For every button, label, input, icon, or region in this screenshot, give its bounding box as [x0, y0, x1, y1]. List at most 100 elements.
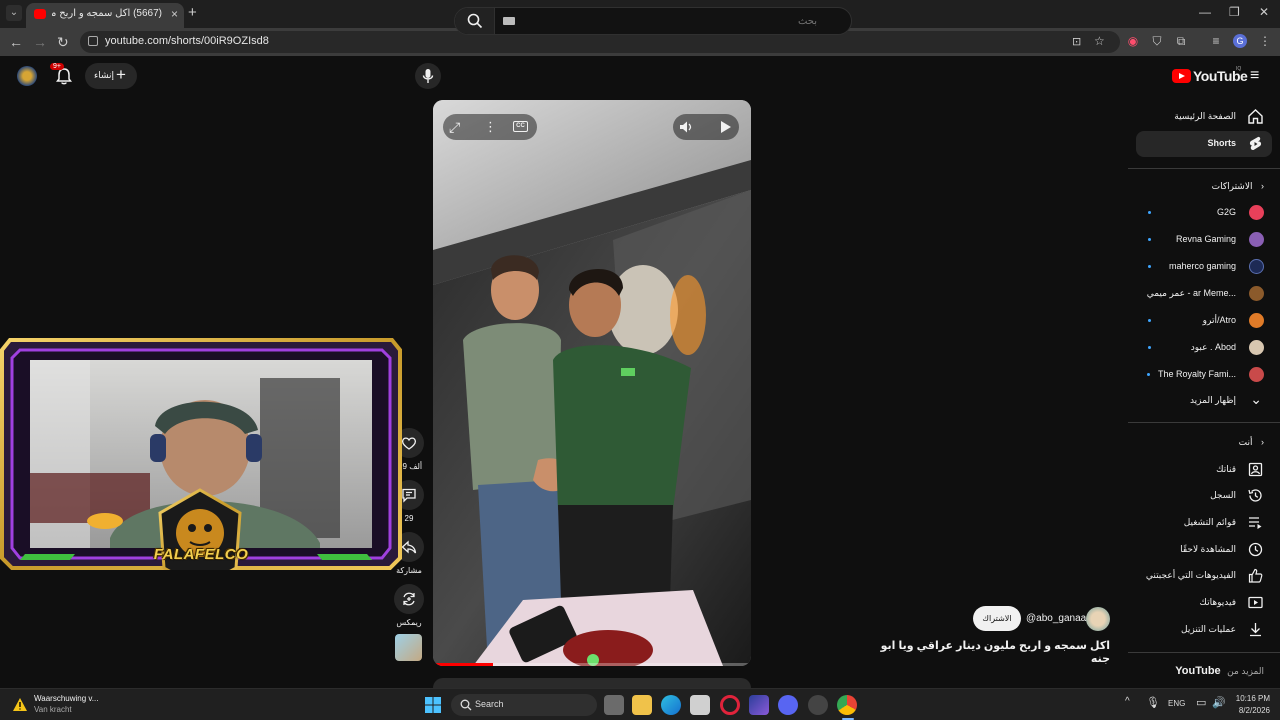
- minimize-button[interactable]: —: [1199, 5, 1211, 19]
- search-button[interactable]: [455, 8, 495, 34]
- extensions-puzzle-icon[interactable]: ⧉: [1174, 34, 1188, 48]
- extension-record-icon[interactable]: ◉: [1126, 34, 1140, 48]
- tray-overflow-icon[interactable]: ^: [1125, 696, 1130, 707]
- clock-date[interactable]: 8/2/2026: [1230, 706, 1270, 715]
- sidebar-item-your-videos[interactable]: فيديوهاتك: [1136, 590, 1272, 616]
- subscriptions-header[interactable]: الاشتراكات ›: [1212, 181, 1264, 192]
- search-box[interactable]: [454, 7, 852, 35]
- sidebar-item-watch-later[interactable]: المشاهدة لاحقًا: [1136, 537, 1272, 563]
- install-icon[interactable]: ⊡: [1072, 35, 1081, 48]
- file-explorer-icon[interactable]: [632, 695, 652, 715]
- next-short-preview[interactable]: [433, 678, 751, 688]
- channel-avatar: [1249, 286, 1264, 301]
- account-avatar[interactable]: [17, 66, 37, 86]
- forward-icon[interactable]: →: [33, 34, 47, 50]
- sidebar-item-home[interactable]: الصفحة الرئيسية: [1136, 104, 1272, 130]
- sidebar-item-playlists[interactable]: قوائم التشغيل: [1136, 510, 1272, 536]
- play-icon[interactable]: [717, 119, 733, 135]
- sidebar-show-more[interactable]: إظهار المزيد ⌄: [1136, 388, 1272, 414]
- fullscreen-icon[interactable]: ⤢: [449, 119, 460, 136]
- you-title: أنت: [1238, 437, 1253, 447]
- sidebar-item-label: maherco gaming: [1168, 261, 1236, 271]
- clock-time[interactable]: 10:16 PM: [1230, 694, 1270, 703]
- sidebar-item-label: The Royalty Fami...: [1157, 369, 1236, 379]
- new-content-dot: [1148, 238, 1151, 241]
- more-from-brand: YouTube: [1175, 665, 1221, 677]
- edge-icon[interactable]: [661, 695, 681, 715]
- subscriptions-title: الاشتراكات: [1211, 181, 1253, 191]
- keyboard-icon[interactable]: [503, 17, 515, 25]
- remix-label: ريمكس: [396, 618, 422, 627]
- bookmark-star-icon[interactable]: ☆: [1094, 34, 1105, 48]
- subscribe-button[interactable]: الاشتراك: [973, 606, 1021, 631]
- sidebar-item-downloads[interactable]: عمليات التنزيل: [1136, 617, 1272, 643]
- sidebar-item-label: Revna Gaming: [1175, 234, 1236, 244]
- store-icon[interactable]: [690, 695, 710, 715]
- tab-close-icon[interactable]: ×: [171, 7, 178, 21]
- more-options-icon[interactable]: ⋮: [484, 119, 497, 135]
- back-icon[interactable]: ←: [9, 34, 23, 50]
- site-info-icon[interactable]: [88, 36, 98, 46]
- reading-list-icon[interactable]: ≡: [1209, 34, 1223, 48]
- taskbar-search[interactable]: Search: [451, 694, 597, 716]
- opera-icon[interactable]: [720, 695, 740, 715]
- search-input[interactable]: [517, 11, 817, 31]
- sidebar-item-subscription[interactable]: أترو/Atro: [1136, 308, 1272, 334]
- create-button[interactable]: إنشاء +: [85, 63, 137, 89]
- remix-button[interactable]: ريمكس: [394, 584, 424, 627]
- voice-search-button[interactable]: [415, 63, 441, 89]
- browser-menu-icon[interactable]: ⋮: [1258, 34, 1272, 48]
- browser-tab[interactable]: (5667) اكل سمجه و اربح مليون دي... ×: [26, 3, 184, 28]
- tab-search-button[interactable]: ⌄: [6, 5, 22, 21]
- sidebar-item-subscription[interactable]: عمر ميمي - ar Meme...: [1136, 281, 1272, 307]
- sidebar-item-subscription[interactable]: The Royalty Fami...: [1136, 362, 1272, 388]
- volume-icon[interactable]: 🔊: [1212, 696, 1226, 709]
- show-more-label: إظهار المزيد: [1189, 395, 1236, 405]
- app-icon[interactable]: [749, 695, 769, 715]
- youtube-logo-icon[interactable]: [1172, 69, 1191, 83]
- channel-avatar: [1249, 232, 1264, 247]
- progress-track[interactable]: [433, 663, 751, 666]
- restore-button[interactable]: ❐: [1229, 5, 1240, 19]
- sidebar-item-subscription[interactable]: maherco gaming: [1136, 254, 1272, 280]
- you-header[interactable]: أنت ›: [1239, 437, 1264, 448]
- url-text: youtube.com/shorts/00iR9OZIsd8: [105, 35, 269, 47]
- extension-shield-icon[interactable]: ⛉: [1150, 34, 1164, 48]
- chrome-icon[interactable]: [837, 695, 857, 715]
- volume-icon[interactable]: [678, 119, 694, 135]
- notification-title[interactable]: Waarschuwing v...: [34, 694, 98, 703]
- close-window-button[interactable]: ✕: [1259, 5, 1269, 19]
- tray-mic-icon[interactable]: 🎙: [1146, 696, 1160, 709]
- sidebar-item-liked-videos[interactable]: الفيديوهات التي أعجبتني: [1136, 563, 1272, 589]
- input-language[interactable]: ENG: [1168, 699, 1185, 708]
- download-icon: [1250, 623, 1261, 637]
- app-icon[interactable]: [808, 695, 828, 715]
- sidebar-item-subscription[interactable]: G2G: [1136, 200, 1272, 226]
- sidebar-item-your-channel[interactable]: قناتك: [1136, 457, 1272, 483]
- channel-handle[interactable]: @abo_ganaa: [1026, 613, 1086, 624]
- captions-icon[interactable]: CC: [513, 121, 528, 132]
- discord-icon[interactable]: [778, 695, 798, 715]
- sidebar-item-history[interactable]: السجل: [1136, 483, 1272, 509]
- new-tab-button[interactable]: +: [188, 4, 197, 21]
- sidebar-item-label: السجل: [1210, 490, 1236, 500]
- video-frame: [433, 100, 751, 666]
- new-content-dot: [1148, 265, 1151, 268]
- channel-avatar[interactable]: [1086, 607, 1110, 631]
- sidebar-item-subscription[interactable]: Revna Gaming: [1136, 227, 1272, 253]
- task-view-icon[interactable]: [604, 695, 624, 715]
- sidebar-divider: [1128, 652, 1280, 653]
- shorts-player[interactable]: ⤢ ⋮ CC: [433, 100, 751, 666]
- notification-count-badge: 9+: [50, 63, 64, 70]
- sidebar-item-subscription[interactable]: عبود . Abod: [1136, 335, 1272, 361]
- sidebar-item-shorts[interactable]: Shorts: [1136, 131, 1272, 157]
- notification-subtitle: Van kracht: [34, 705, 72, 714]
- network-icon[interactable]: ▭: [1196, 696, 1206, 709]
- sound-thumbnail[interactable]: [395, 634, 422, 661]
- sidebar-item-label: الفيديوهات التي أعجبتني: [1145, 570, 1236, 580]
- profile-icon[interactable]: G: [1233, 34, 1247, 48]
- guide-menu-icon[interactable]: ≡: [1250, 67, 1259, 85]
- windows-start-icon[interactable]: [425, 697, 441, 713]
- reload-icon[interactable]: ↻: [57, 34, 69, 51]
- notifications-button[interactable]: 9+: [50, 63, 74, 86]
